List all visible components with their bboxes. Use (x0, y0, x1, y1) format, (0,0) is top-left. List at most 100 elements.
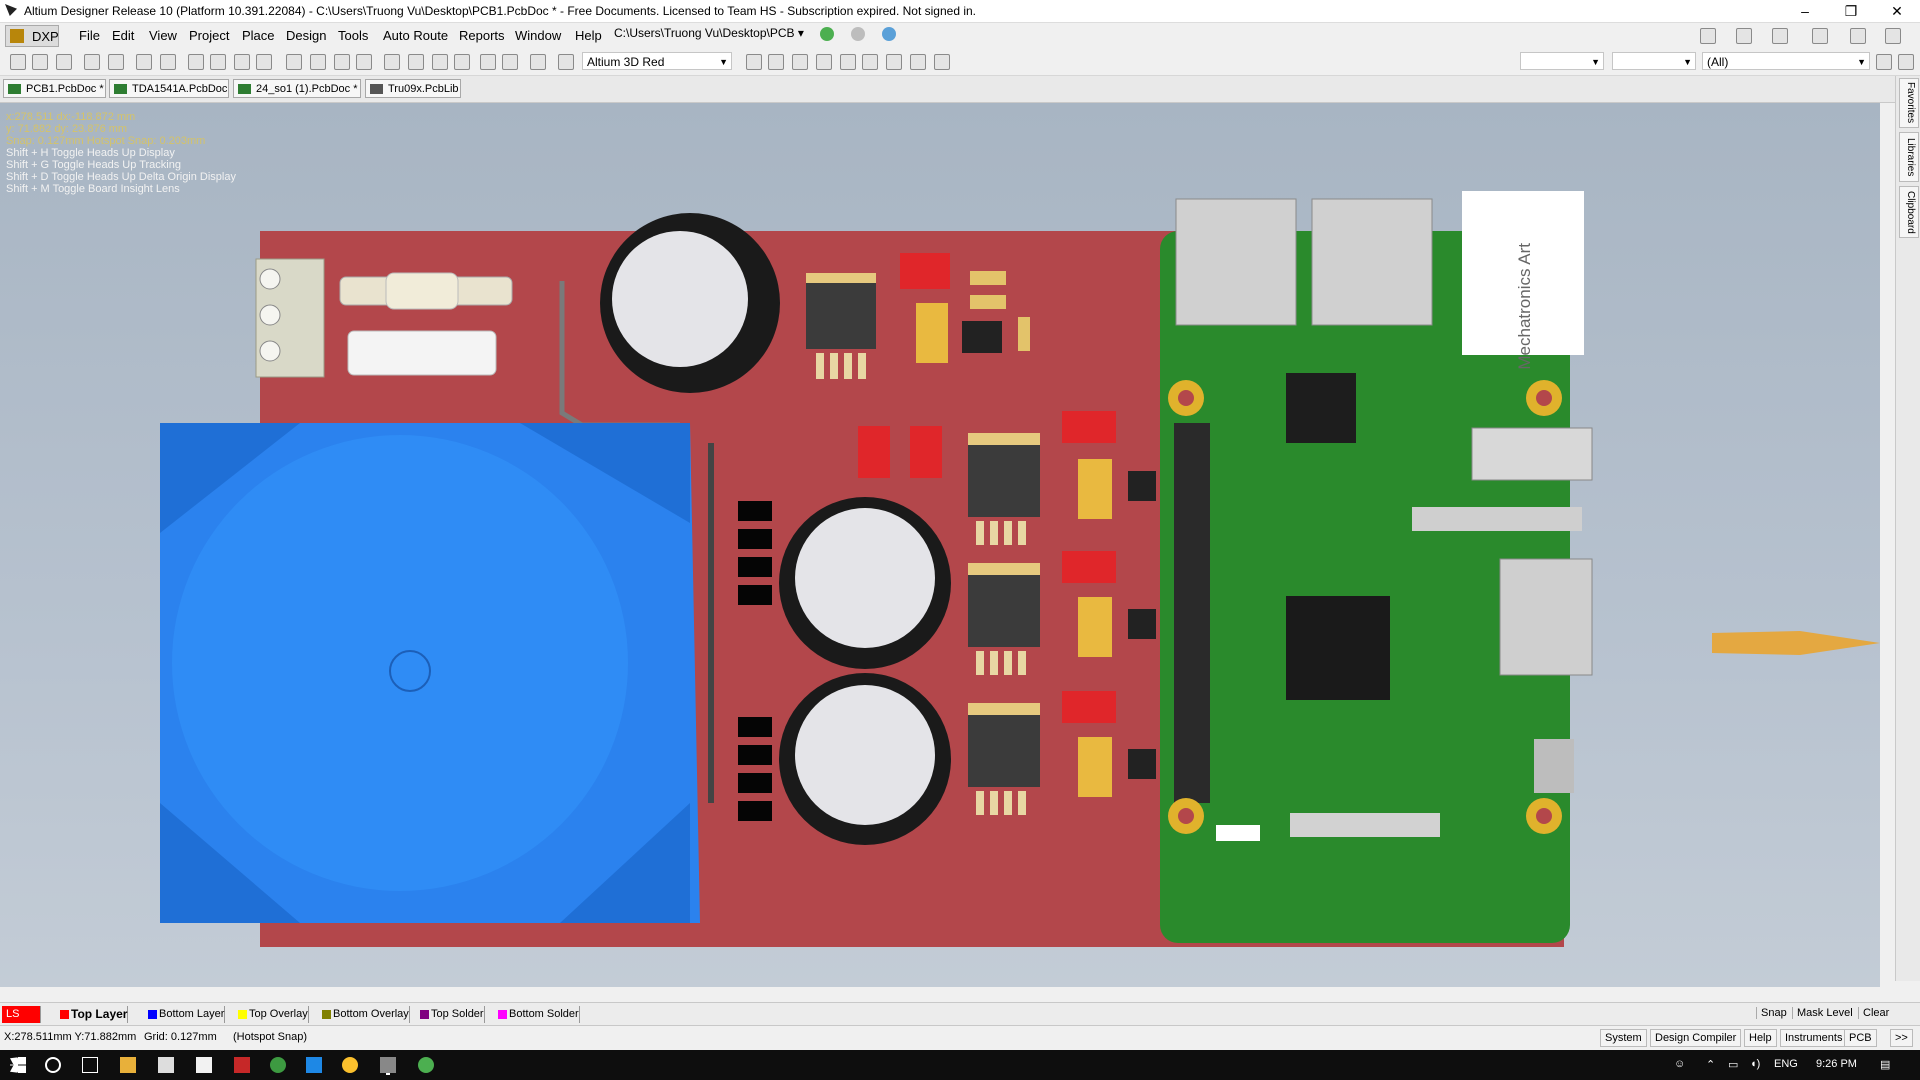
menu-help[interactable]: Help (575, 28, 602, 43)
toolbar-right-icon-1[interactable] (1700, 28, 1716, 44)
menu-design[interactable]: Design (286, 28, 326, 43)
place-polygon-icon[interactable] (886, 54, 902, 70)
deselect-icon[interactable] (454, 54, 470, 70)
document-path-combo[interactable]: C:\Users\Truong Vu\Desktop\PCB ▾ (614, 26, 814, 44)
volume-icon[interactable]: ◖) (1750, 1058, 1760, 1070)
language-indicator[interactable]: ENG (1774, 1058, 1798, 1070)
zoom-fit-icon[interactable] (188, 54, 204, 70)
menu-edit[interactable]: Edit (112, 28, 134, 43)
select-connected-icon[interactable] (432, 54, 448, 70)
place-via-icon[interactable] (792, 54, 808, 70)
open-icon[interactable] (32, 54, 48, 70)
app-icon[interactable] (418, 1057, 434, 1073)
task-view-icon[interactable] (82, 1057, 98, 1073)
clear-button[interactable]: Clear (1858, 1007, 1889, 1019)
navigate-back-icon[interactable] (851, 27, 865, 41)
tab-24-so1[interactable]: 24_so1 (1).PcbDoc * (233, 79, 361, 98)
view-configuration-select[interactable]: Altium 3D Red ▼ (582, 52, 732, 70)
new-icon[interactable] (10, 54, 26, 70)
menu-tools[interactable]: Tools (338, 28, 368, 43)
pcb-3d-canvas[interactable]: Mechatronics Art x:278.511 dx:-118.872 m… (0, 103, 1880, 987)
menu-place[interactable]: Place (242, 28, 275, 43)
menu-view[interactable]: View (149, 28, 177, 43)
tray-chevron-icon[interactable]: ⌃ (1706, 1058, 1715, 1071)
copy-icon[interactable] (310, 54, 326, 70)
network-icon[interactable]: ▭ (1728, 1058, 1738, 1071)
status-help-button[interactable]: Help (1744, 1029, 1777, 1047)
tab-tda1541a[interactable]: TDA1541A.PcbDoc (109, 79, 229, 98)
zoom-filtered-icon[interactable] (256, 54, 272, 70)
print-preview-icon[interactable] (108, 54, 124, 70)
place-component-icon[interactable] (934, 54, 950, 70)
zoom-selected-icon[interactable] (234, 54, 250, 70)
layer-tab-bottom-overlay[interactable]: Bottom Overlay (320, 1006, 410, 1023)
route-diff-pair-icon[interactable] (768, 54, 784, 70)
panel-favorites[interactable]: Favorites (1899, 78, 1919, 128)
filter-select-all[interactable]: (All) ▼ (1702, 52, 1870, 70)
filter-select-1[interactable]: ▼ (1520, 52, 1604, 70)
layer-tab-bottom-solder[interactable]: Bottom Solder (496, 1006, 580, 1023)
toolbar-right-icon-5[interactable] (1850, 28, 1866, 44)
layer-tab-top-solder[interactable]: Top Solder (418, 1006, 485, 1023)
print-icon[interactable] (84, 54, 100, 70)
status-system-button[interactable]: System (1600, 1029, 1647, 1047)
move-icon[interactable] (408, 54, 424, 70)
people-icon[interactable]: ☺ (1674, 1058, 1685, 1070)
tab-tru09x-lib[interactable]: Tru09x.PcbLib (365, 79, 461, 98)
place-arc-icon[interactable] (840, 54, 856, 70)
menu-auto-route[interactable]: Auto Route (383, 28, 448, 43)
app-icon[interactable] (234, 1057, 250, 1073)
mail-icon[interactable] (196, 1057, 212, 1073)
status-pcb-button[interactable]: PCB (1844, 1029, 1877, 1047)
filter-select-2[interactable]: ▼ (1612, 52, 1696, 70)
cut-icon[interactable] (286, 54, 302, 70)
altium-taskbar-icon[interactable] (380, 1057, 396, 1073)
place-string-icon[interactable] (910, 54, 926, 70)
panel-libraries[interactable]: Libraries (1899, 132, 1919, 182)
toolbar-right-icon-6[interactable] (1885, 28, 1901, 44)
layer-set-button[interactable]: LS (2, 1006, 41, 1023)
layer-stack-icon[interactable] (136, 54, 152, 70)
layer-tab-top-overlay[interactable]: Top Overlay (236, 1006, 309, 1023)
dxp-menu[interactable]: DXP (5, 25, 59, 47)
menu-project[interactable]: Project (189, 28, 229, 43)
file-explorer-icon[interactable] (120, 1057, 136, 1073)
toolbar-right-icon-4[interactable] (1812, 28, 1828, 44)
menu-window[interactable]: Window (515, 28, 561, 43)
rubber-stamp-icon[interactable] (356, 54, 372, 70)
status-more-button[interactable]: >> (1890, 1029, 1913, 1047)
status-design-compiler-button[interactable]: Design Compiler (1650, 1029, 1742, 1047)
navigate-forward-icon[interactable] (820, 27, 834, 41)
start-icon[interactable] (10, 1057, 26, 1073)
clock[interactable]: 9:26 PM (1816, 1058, 1857, 1070)
notification-icon[interactable]: ▤ (1880, 1058, 1890, 1071)
search-icon[interactable] (45, 1057, 61, 1073)
tab-pcb1[interactable]: PCB1.PcbDoc * (3, 79, 106, 98)
clear-filter-icon[interactable] (1898, 54, 1914, 70)
chrome-icon[interactable] (342, 1057, 358, 1073)
undo-icon[interactable] (480, 54, 496, 70)
place-fill-icon[interactable] (862, 54, 878, 70)
browse-component-icon[interactable] (558, 54, 574, 70)
toolbar-right-icon-3[interactable] (1772, 28, 1788, 44)
highlight-icon[interactable] (530, 54, 546, 70)
store-icon[interactable] (158, 1057, 174, 1073)
home-icon[interactable] (882, 27, 896, 41)
save-icon[interactable] (56, 54, 72, 70)
edge-icon[interactable] (306, 1057, 322, 1073)
vertical-scrollbar[interactable] (1880, 103, 1895, 987)
select-area-icon[interactable] (384, 54, 400, 70)
toolbar-right-icon-2[interactable] (1736, 28, 1752, 44)
menu-reports[interactable]: Reports (459, 28, 505, 43)
layer-tab-top-layer[interactable]: Top Layer (58, 1006, 129, 1023)
maximize-button[interactable]: ❐ (1828, 0, 1874, 22)
zoom-area-icon[interactable] (210, 54, 226, 70)
route-interactive-icon[interactable] (746, 54, 762, 70)
minimize-button[interactable]: – (1782, 0, 1828, 22)
snap-button[interactable]: Snap (1756, 1007, 1787, 1019)
board-icon[interactable] (160, 54, 176, 70)
status-instruments-button[interactable]: Instruments (1780, 1029, 1848, 1047)
close-button[interactable]: ✕ (1874, 0, 1920, 22)
redo-icon[interactable] (502, 54, 518, 70)
paste-icon[interactable] (334, 54, 350, 70)
